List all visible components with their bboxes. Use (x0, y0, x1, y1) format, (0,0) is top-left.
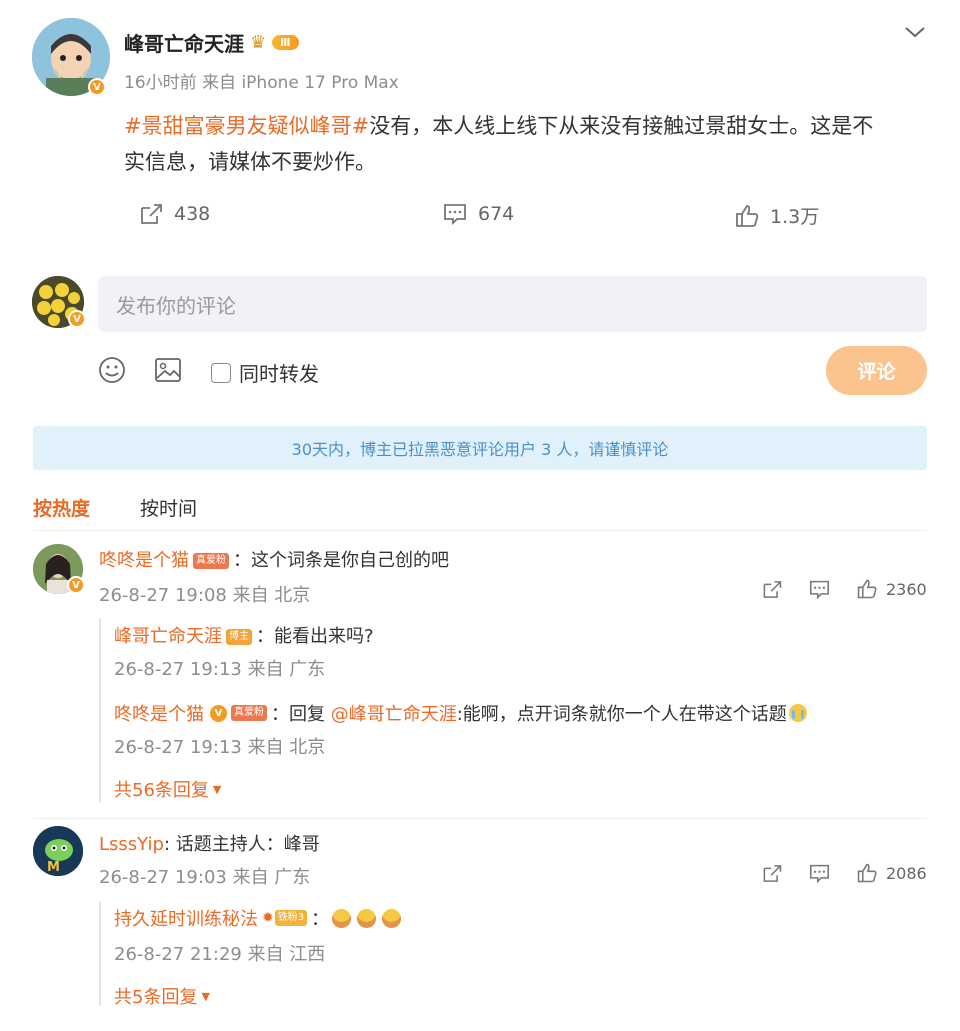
level-badge: Ⅲ (272, 35, 299, 50)
comment-count: 674 (478, 203, 515, 225)
crown-icon: ♛ (250, 32, 267, 53)
more-replies-label: 共56条回复 (114, 780, 209, 801)
comment-verified-icon: V (67, 576, 85, 594)
thumbs-up-icon (857, 863, 877, 883)
thumbs-up-icon (857, 579, 877, 599)
reply-verified-icon: V (210, 704, 227, 722)
fan-badge: 真爱粉 (231, 705, 267, 721)
moderation-notice-text: 30天内，博主已拉黑恶意评论用户 3 人，请谨慎评论 (291, 440, 669, 459)
blogger-badge: 博主 (226, 629, 252, 645)
repost-count: 438 (174, 203, 211, 225)
tab-sort-time[interactable]: 按时间 (140, 494, 197, 521)
reply-meta: 26-8-27 21:29 来自 江西 (114, 944, 326, 965)
comment-like-count: 2086 (886, 863, 927, 883)
mention-link[interactable]: @峰哥亡命天涯 (331, 700, 457, 726)
repost-icon (141, 204, 162, 224)
comment-avatar[interactable]: M (33, 826, 83, 876)
post-text-line1: 没有，本人线上线下从来没有接触过景甜女士。这是不 (369, 114, 874, 138)
image-icon[interactable] (154, 356, 182, 388)
more-replies-label: 共5条回复 (114, 987, 198, 1008)
comment-text: : 话题主持人：峰哥 (163, 834, 320, 855)
comment-username[interactable]: 咚咚是个猫 (99, 550, 189, 571)
comment-reply-icon[interactable] (808, 863, 831, 888)
current-user-verified-icon: V (68, 310, 86, 328)
thumbs-up-icon (736, 204, 759, 227)
caret-down-icon: ▼ (201, 989, 210, 1003)
tab-sort-hot[interactable]: 按热度 (33, 494, 90, 521)
collapse-chevron-icon[interactable] (904, 24, 926, 43)
comment-button[interactable]: 674 (442, 202, 514, 226)
fire-icon: ✹ (262, 910, 274, 926)
more-replies-link[interactable]: 共5条回复 ▼ (114, 983, 210, 1009)
post-author-name[interactable]: 峰哥亡命天涯 (124, 28, 244, 57)
iron-fan-badge: 铁粉3 (274, 910, 308, 926)
like-count: 1.3万 (770, 206, 820, 228)
crying-emoji-icon (788, 704, 807, 722)
laughing-emoji-icon (357, 908, 377, 928)
caret-down-icon: ▼ (212, 782, 222, 796)
emoji-icon[interactable] (98, 356, 126, 388)
comment-reply-icon[interactable] (808, 579, 831, 604)
comment-input-placeholder: 发布你的评论 (116, 293, 236, 318)
reply-username[interactable]: 峰哥亡命天涯 (114, 626, 222, 647)
reply-text: ：能看出来吗? (256, 626, 374, 647)
reply-meta: 26-8-27 19:13 来自 北京 (114, 737, 326, 758)
moderation-notice: 30天内，博主已拉黑恶意评论用户 3 人，请谨慎评论 (33, 426, 927, 470)
comment-like-button[interactable]: 2086 (856, 862, 927, 884)
reply-username[interactable]: 持久延时训练秘法 (114, 905, 258, 931)
reply-prefix: ：回复 (271, 704, 331, 725)
submit-comment-label: 评论 (857, 361, 896, 383)
comment-meta: 26-8-27 19:08 来自 北京 (99, 585, 311, 606)
more-replies-link[interactable]: 共56条回复 ▼ (114, 776, 221, 802)
verified-icon: V (88, 78, 106, 96)
repost-checkbox[interactable] (211, 362, 231, 383)
repost-checkbox-label: 同时转发 (239, 362, 319, 386)
post-meta: 16小时前 来自 iPhone 17 Pro Max (124, 73, 399, 93)
comment-like-count: 2360 (886, 579, 927, 599)
submit-comment-button[interactable]: 评论 (826, 346, 927, 395)
reply-username[interactable]: 咚咚是个猫 (114, 700, 204, 726)
tabs-divider (33, 530, 927, 531)
repost-button[interactable]: 438 (138, 202, 210, 226)
reply-text: :能啊，点开词条就你一个人在带这个话题 (456, 704, 787, 725)
post-text-line2: 实信息，请媒体不要炒作。 (124, 150, 376, 174)
comment-repost-icon[interactable] (761, 863, 783, 888)
comment-meta: 26-8-27 19:03 来自 广东 (99, 867, 311, 888)
laughing-emoji-icon (382, 908, 402, 928)
svg-text:M: M (47, 860, 60, 875)
reply-text: ： (311, 909, 330, 930)
fan-badge: 真爱粉 (193, 553, 229, 569)
topic-link[interactable]: #景甜富豪男友疑似峰哥# (124, 114, 369, 138)
reply-meta: 26-8-27 19:13 来自 广东 (114, 659, 326, 680)
comment-username[interactable]: LsssYip (99, 834, 164, 855)
comment-icon (444, 204, 466, 226)
reply-thread (99, 618, 101, 802)
like-button[interactable]: 1.3万 (734, 202, 819, 229)
comment-input[interactable]: 发布你的评论 (98, 276, 927, 332)
comment-text: ：这个词条是你自己创的吧 (233, 550, 449, 571)
comment-repost-icon[interactable] (761, 579, 783, 604)
laughing-emoji-icon (332, 908, 352, 928)
comment-divider (33, 818, 927, 819)
reply-thread (99, 902, 101, 1006)
comment-like-button[interactable]: 2360 (856, 578, 927, 600)
